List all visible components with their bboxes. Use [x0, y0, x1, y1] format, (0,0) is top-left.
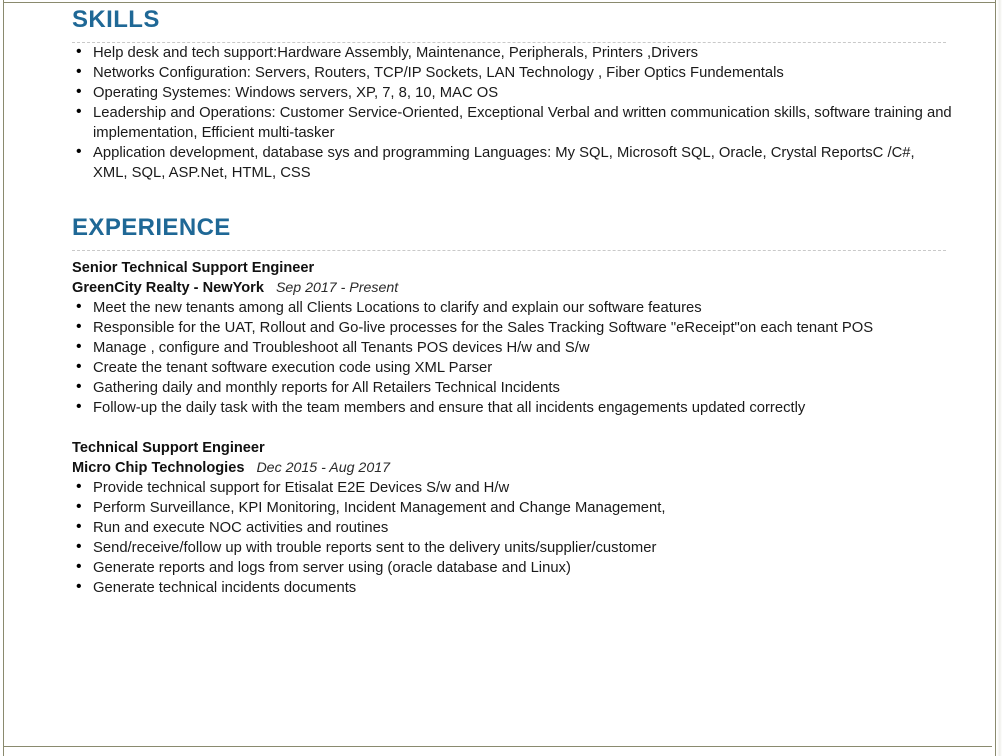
job-title: Senior Technical Support Engineer — [72, 260, 315, 276]
responsibility-text: Generate reports and logs from server us… — [93, 560, 571, 576]
job-company-line: GreenCity Realty - NewYork Sep 2017 - Pre… — [72, 278, 952, 298]
experience-section: EXPERIENCE Senior Technical Support Engi… — [72, 216, 952, 598]
skill-text: Leadership and Operations: Customer Serv… — [93, 105, 952, 141]
responsibility-text: Run and execute NOC activities and routi… — [93, 520, 389, 536]
list-item: Create the tenant software execution cod… — [72, 357, 952, 378]
job-company: GreenCity Realty - NewYork — [72, 280, 264, 296]
experience-section-divider — [72, 250, 946, 251]
experience-entry: Senior Technical Support Engineer GreenC… — [72, 259, 952, 418]
skill-text: Application development, database sys an… — [93, 145, 915, 181]
job-title: Technical Support Engineer — [72, 440, 265, 456]
list-item: Gathering daily and monthly reports for … — [72, 377, 952, 398]
list-item: Operating Systemes: Windows servers, XP,… — [72, 82, 952, 103]
list-item: Provide technical support for Etisalat E… — [72, 477, 952, 498]
list-item: Generate reports and logs from server us… — [72, 557, 952, 578]
responsibility-text: Perform Surveillance, KPI Monitoring, In… — [93, 500, 666, 516]
job-dates: Dec 2015 - Aug 2017 — [256, 460, 390, 476]
job-company: Micro Chip Technologies — [72, 460, 245, 476]
list-item: Perform Surveillance, KPI Monitoring, In… — [72, 497, 952, 518]
job-dates: Sep 2017 - Present — [275, 280, 399, 296]
list-item: Leadership and Operations: Customer Serv… — [72, 102, 952, 143]
page-border-right — [995, 0, 996, 756]
list-item: Generate technical incidents documents — [72, 577, 952, 598]
list-item: Meet the new tenants among all Clients L… — [72, 297, 952, 318]
skill-text: Help desk and tech support:Hardware Asse… — [93, 45, 699, 61]
responsibility-text: Provide technical support for Etisalat E… — [93, 480, 510, 496]
experience-section-title: EXPERIENCE — [72, 214, 231, 241]
responsibility-text: Gathering daily and monthly reports for … — [93, 380, 560, 396]
resume-page: SKILLS Help desk and tech support:Hardwa… — [0, 0, 1006, 756]
responsibility-text: Meet the new tenants among all Clients L… — [93, 300, 702, 316]
list-item: Networks Configuration: Servers, Routers… — [72, 62, 952, 83]
page-border-left — [3, 0, 4, 756]
responsibility-text: Create the tenant software execution cod… — [93, 360, 493, 376]
job-responsibilities-list: Meet the new tenants among all Clients L… — [72, 297, 952, 418]
list-item: Send/receive/follow up with trouble repo… — [72, 537, 952, 558]
skill-text: Operating Systemes: Windows servers, XP,… — [93, 85, 499, 101]
job-company-line: Micro Chip Technologies Dec 2015 - Aug 20… — [72, 458, 952, 478]
page-bottom-rule — [4, 746, 992, 747]
list-item: Responsible for the UAT, Rollout and Go-… — [72, 317, 952, 338]
list-item: Help desk and tech support:Hardware Asse… — [72, 42, 952, 63]
skills-section: SKILLS Help desk and tech support:Hardwa… — [72, 0, 952, 183]
skills-list: Help desk and tech support:Hardware Asse… — [72, 42, 952, 183]
resume-content: SKILLS Help desk and tech support:Hardwa… — [72, 0, 952, 598]
list-item: Manage , configure and Troubleshoot all … — [72, 337, 952, 358]
experience-entry: Technical Support Engineer Micro Chip Te… — [72, 439, 952, 598]
list-item: Run and execute NOC activities and routi… — [72, 517, 952, 538]
list-item: Follow-up the daily task with the team m… — [72, 397, 952, 418]
job-responsibilities-list: Provide technical support for Etisalat E… — [72, 477, 952, 598]
responsibility-text: Manage , configure and Troubleshoot all … — [93, 340, 590, 356]
responsibility-text: Generate technical incidents documents — [93, 580, 357, 596]
responsibility-text: Follow-up the daily task with the team m… — [93, 400, 806, 416]
page-shadow — [997, 0, 1002, 756]
responsibility-text: Send/receive/follow up with trouble repo… — [93, 540, 657, 556]
responsibility-text: Responsible for the UAT, Rollout and Go-… — [93, 320, 874, 336]
list-item: Application development, database sys an… — [72, 142, 952, 183]
skill-text: Networks Configuration: Servers, Routers… — [93, 65, 784, 81]
skills-section-title: SKILLS — [72, 6, 160, 33]
